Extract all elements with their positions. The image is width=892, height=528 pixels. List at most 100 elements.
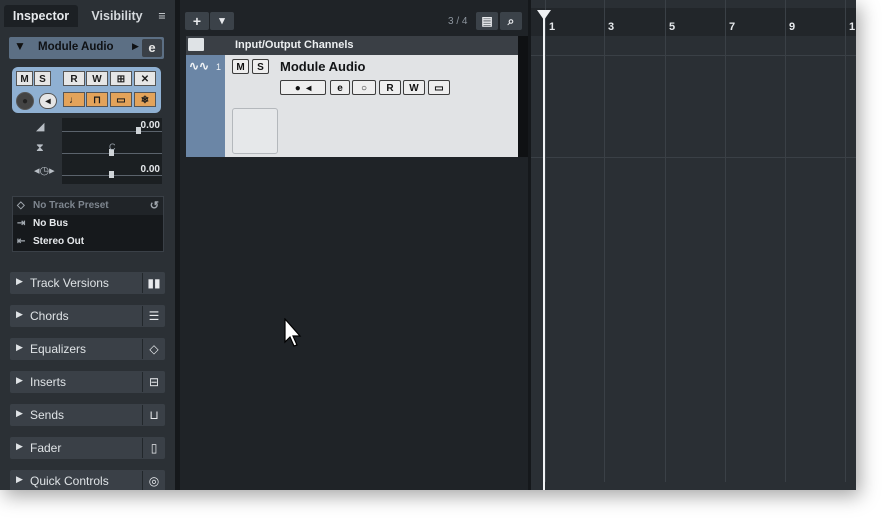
track-edit-button[interactable]: e	[330, 80, 350, 95]
reset-icon[interactable]: ↺	[150, 199, 159, 212]
folder-track-row[interactable]: Input/Output Channels	[186, 36, 528, 55]
track-number: 1	[216, 62, 222, 72]
track-read-button[interactable]: R	[379, 80, 401, 95]
ruler-bar-label: 5	[669, 21, 676, 33]
input-routing-icon: ⇥	[17, 218, 26, 229]
volume-row: ◢ 0.00	[14, 118, 162, 140]
ruler-bar-label: 1	[549, 21, 556, 33]
section-track-versions[interactable]: ▶ Track Versions ▮▮	[10, 272, 165, 294]
add-track-dropdown-icon[interactable]: ▾	[210, 12, 234, 30]
tab-visibility[interactable]: Visibility	[82, 5, 152, 27]
inserts-icon[interactable]: ⊟	[142, 372, 165, 392]
track-list-settings-icon[interactable]: ▤	[476, 12, 498, 30]
track-list-toolbar: + ▾ 3 / 4 ▤ ⌕	[180, 8, 530, 34]
track-versions-icon[interactable]: ▮▮	[142, 273, 165, 293]
section-inserts[interactable]: ▶ Inserts ⊟	[10, 371, 165, 393]
lane-icon[interactable]: ⊞	[110, 71, 132, 86]
search-icon[interactable]: ⌕	[500, 12, 522, 30]
lanes-display-icon[interactable]: ▭	[110, 92, 132, 107]
project-cursor-head-icon[interactable]	[537, 10, 551, 20]
cubase-project-window: Inspector Visibility ≡ ▼ Module Audio ▶ …	[0, 0, 856, 490]
audio-track-row[interactable]: ∿∿ 1 M S Module Audio ● ◂ e ○ R W ▭	[186, 55, 528, 157]
sends-icon[interactable]: ⊔	[142, 405, 165, 425]
track-record-monitor-group[interactable]: ● ◂	[280, 80, 326, 95]
track-preset-label: No Track Preset	[33, 200, 109, 211]
ruler-bar-label: 7	[729, 21, 736, 33]
track-name[interactable]: Module Audio	[280, 59, 365, 74]
track-next-arrow-icon[interactable]: ▶	[132, 41, 139, 52]
edit-channel-settings-button[interactable]: e	[142, 39, 162, 57]
musical-mode-icon[interactable]: ♩	[63, 92, 85, 107]
audio-waveform-icon: ∿∿	[189, 59, 210, 73]
delay-icon: ◂◷▸	[34, 165, 55, 177]
track-solo-button[interactable]: S	[252, 59, 269, 74]
fader-icon[interactable]: ▯	[142, 438, 165, 458]
track-color-strip: ∿∿ 1	[186, 55, 225, 157]
section-label: Equalizers	[30, 342, 87, 356]
inspector-track-name-bar[interactable]: ▼ Module Audio ▶ e	[9, 37, 164, 59]
freeze-icon[interactable]: ❄	[134, 92, 156, 107]
section-label: Chords	[30, 309, 69, 323]
volume-value: 0.00	[140, 120, 160, 131]
folder-track-name: Input/Output Channels	[235, 39, 354, 51]
inspector-tabs: Inspector Visibility ≡	[4, 5, 174, 27]
preset-icon: ◇	[17, 200, 25, 211]
output-routing-row[interactable]: ⇤ Stereo Out	[13, 233, 163, 251]
equalizer-icon[interactable]: ◇	[142, 339, 165, 359]
inspector-panel: Inspector Visibility ≡ ▼ Module Audio ▶ …	[0, 0, 175, 490]
section-fader[interactable]: ▶ Fader ▯	[10, 437, 165, 459]
track-list: + ▾ 3 / 4 ▤ ⌕ Input/Output Channels ∿∿ 1…	[180, 0, 530, 490]
section-label: Track Versions	[30, 276, 109, 290]
arrangement-area[interactable]: 1 3 5 7 9 1	[531, 0, 856, 490]
expand-triangle-icon: ▶	[16, 342, 23, 352]
expand-triangle-icon: ▶	[16, 309, 23, 319]
section-label: Inserts	[30, 375, 67, 389]
track-write-button[interactable]: W	[403, 80, 425, 95]
collapse-triangle-icon[interactable]: ▼	[14, 39, 26, 53]
section-equalizers[interactable]: ▶ Equalizers ◇	[10, 338, 165, 360]
expand-triangle-icon: ▶	[16, 441, 23, 451]
pan-value: C	[109, 142, 116, 152]
chords-icon[interactable]: ☰	[142, 306, 165, 326]
section-label: Sends	[30, 408, 65, 422]
expand-triangle-icon: ▶	[16, 276, 23, 286]
section-label: Quick Controls	[30, 474, 109, 488]
quick-controls-icon[interactable]: ◎	[142, 471, 165, 490]
track-preset-row[interactable]: ◇ No Track Preset ↺	[13, 197, 163, 215]
hide-automation-icon[interactable]: ✕	[134, 71, 156, 86]
add-track-button[interactable]: +	[185, 12, 209, 30]
routing-panel: ◇ No Track Preset ↺ ⇥ No Bus ⇤ Stereo Ou…	[12, 196, 164, 252]
expand-triangle-icon: ▶	[16, 474, 23, 484]
pan-icon: ⧗	[36, 142, 44, 154]
tab-inspector[interactable]: Inspector	[4, 5, 78, 27]
mute-button[interactable]: M	[16, 71, 33, 86]
track-picture-thumbnail[interactable]	[232, 108, 278, 154]
lock-icon[interactable]: ⊓	[86, 92, 108, 107]
ruler-bar-label: 1	[849, 21, 856, 33]
track-lanes-icon[interactable]: ▭	[428, 80, 450, 95]
section-chords[interactable]: ▶ Chords ☰	[10, 305, 165, 327]
write-automation-button[interactable]: W	[86, 71, 108, 86]
section-quick-controls[interactable]: ▶ Quick Controls ◎	[10, 470, 165, 490]
section-sends[interactable]: ▶ Sends ⊔	[10, 404, 165, 426]
expand-triangle-icon: ▶	[16, 375, 23, 385]
solo-button[interactable]: S	[34, 71, 51, 86]
folder-icon	[188, 38, 204, 51]
ruler[interactable]	[531, 8, 856, 36]
inspector-menu-icon[interactable]: ≡	[154, 5, 170, 27]
expand-triangle-icon: ▶	[16, 408, 23, 418]
output-routing-label: Stereo Out	[33, 236, 85, 247]
ruler-bar-label: 3	[608, 21, 615, 33]
track-count: 3 / 4	[448, 16, 468, 27]
record-enable-button[interactable]: ●	[16, 92, 34, 110]
output-routing-icon: ⇤	[17, 236, 26, 247]
project-cursor[interactable]	[543, 10, 545, 490]
input-routing-row[interactable]: ⇥ No Bus	[13, 215, 163, 233]
inspector-track-name: Module Audio	[38, 41, 114, 53]
read-automation-button[interactable]: R	[63, 71, 85, 86]
monitor-button[interactable]: ◂	[39, 93, 57, 109]
inspector-control-box: M S R W ⊞ ✕ ● ◂ ♩ ⊓ ▭ ❄	[12, 67, 161, 113]
track-channel-icon[interactable]: ○	[352, 80, 376, 95]
delay-slider-knob[interactable]	[109, 171, 114, 178]
track-mute-button[interactable]: M	[232, 59, 249, 74]
